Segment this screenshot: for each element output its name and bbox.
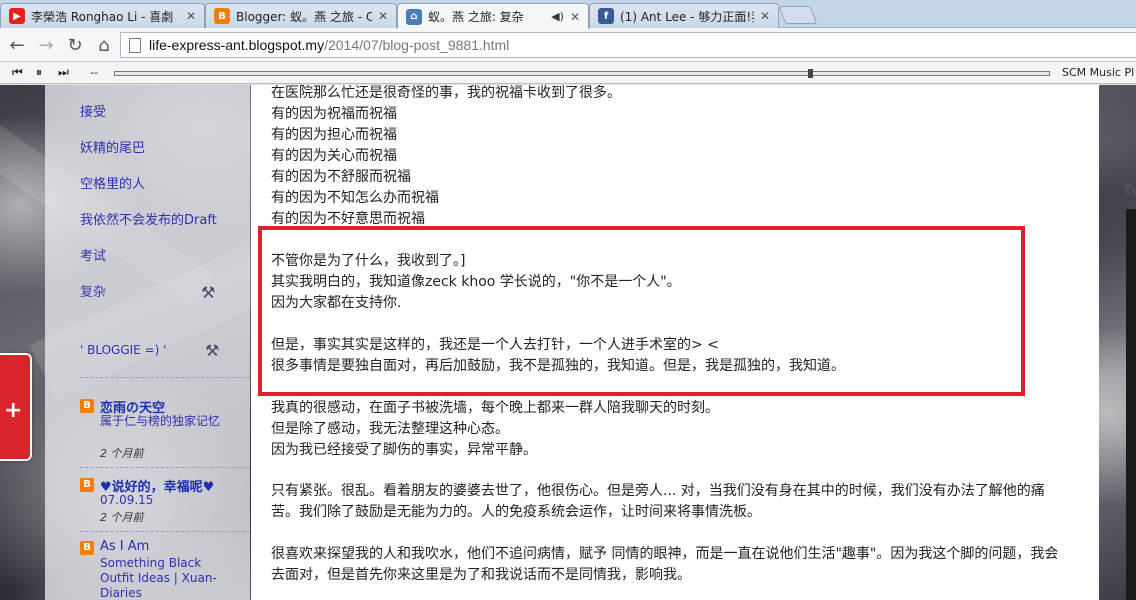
sidebar-link[interactable]: 空格里的人 (80, 173, 145, 192)
post-paragraph: 只有紧张。很乱。看着朋友的婆婆去世了，他很伤心。但是旁人... 对，当我们没有身… (271, 483, 1045, 520)
facebook-icon: f (598, 8, 614, 24)
music-player-bar: ⏮ ⏸ ⏭ -- SCM Music Pl (0, 62, 1136, 84)
post-line: 有的因为关心而祝福 (271, 148, 397, 164)
post-line: 但是除了感动，我无法整理这种心态。 (271, 421, 509, 437)
close-icon[interactable]: ✕ (186, 9, 196, 23)
gadget-title: ' BLOGGIE =) ' (80, 343, 167, 357)
right-gadget-label: Tw (1123, 183, 1136, 199)
pause-icon[interactable]: ⏸ (36, 65, 42, 80)
reload-icon[interactable]: ↻ (63, 33, 87, 57)
site-icon: ⌂ (406, 8, 422, 25)
post-line: 在医院那么忙还是很奇怪的事，我的祝福卡收到了很多。 (271, 85, 621, 101)
page-icon (129, 37, 141, 53)
highlight-annotation-box (258, 226, 1025, 396)
sidebar-link[interactable]: 复杂 (80, 281, 106, 300)
dark-widget-edge (1126, 209, 1136, 600)
close-icon[interactable]: ✕ (760, 9, 770, 23)
tab-title: Blogger: 蚁。燕 之旅 - Cre (236, 9, 372, 24)
tab-title: (1) Ant Lee - 够力正面!我 (620, 9, 754, 24)
url-path: /2014/07/blog-post_9881.html (324, 37, 510, 53)
address-bar[interactable]: life-express-ant.blogspot.my/2014/07/blo… (120, 32, 1136, 58)
speaker-icon[interactable]: ◀) (551, 10, 564, 23)
tab-strip: ▶ 李榮浩 Ronghao Li - 喜劇 ✕ B Blogger: 蚁。燕 之… (0, 0, 1136, 29)
blog-name[interactable]: As I Am (100, 539, 149, 554)
time-display: -- (90, 66, 98, 79)
sidebar-link[interactable]: 妖精的尾巴 (80, 137, 145, 156)
close-icon[interactable]: ✕ (570, 10, 580, 24)
back-arrow-icon[interactable]: ← (5, 33, 29, 57)
post-line: 有的因为祝福而祝福 (271, 106, 397, 122)
blogger-icon: B (80, 478, 94, 492)
share-plus-button[interactable]: + (0, 353, 32, 461)
sidebar-link[interactable]: 我依然不会发布的Draft (80, 209, 217, 228)
youtube-icon: ▶ (9, 8, 25, 24)
blogger-icon: B (80, 399, 94, 413)
post-line: 有的因为不知怎么办而祝福 (271, 190, 439, 206)
tab-youtube[interactable]: ▶ 李榮浩 Ronghao Li - 喜劇 ✕ (0, 3, 205, 28)
post-paragraph: 我真的很感动，在面子书被洗墙，每个晚上都来一群人陪我聊天的时刻。 但是除了感动，… (271, 398, 1061, 461)
player-label: SCM Music Pl (1062, 66, 1135, 79)
wrench-icon[interactable]: ⚒ (205, 341, 219, 360)
post-paragraph: 在医院那么忙还是很奇怪的事，我的祝福卡收到了很多。 有的因为祝福而祝福 有的因为… (271, 85, 1061, 230)
post-age: 2 个月前 (100, 447, 144, 460)
home-icon[interactable]: ⌂ (92, 33, 116, 57)
tab-blogger[interactable]: B Blogger: 蚁。燕 之旅 - Cre ✕ (205, 3, 397, 28)
blogger-icon: B (214, 8, 230, 24)
post-paragraph: 很喜欢来探望我的人和我吹水，他们不追问病情，赋予 同情的眼神，而是一直在说他们生… (271, 546, 1059, 583)
post-age: 2 个月前 (100, 511, 144, 524)
blog-post-link[interactable]: 07.09.15 (100, 493, 230, 508)
post-line: 因为我已经接受了脚伤的事实，异常平静。 (271, 442, 537, 458)
post-line: 有的因为担心而祝福 (271, 127, 397, 143)
page-viewport: 接受 妖精的尾巴 空格里的人 我依然不会发布的Draft 考试 复杂 ⚒ ' B… (0, 85, 1136, 600)
new-tab-button[interactable] (778, 6, 818, 24)
post-line: 有的因为不舒服而祝福 (271, 169, 411, 185)
forward-arrow-icon[interactable]: → (34, 33, 58, 57)
divider (80, 531, 270, 532)
tab-current-post[interactable]: ⌂ 蚁。燕 之旅: 复杂 ◀) ✕ (397, 3, 589, 29)
blog-post-link[interactable]: 属于仁与榜的独家记忆 (100, 414, 230, 429)
right-gadget-strip: Tw (1099, 85, 1136, 600)
blogger-icon: B (80, 541, 94, 555)
plus-icon: + (4, 398, 23, 423)
wrench-icon[interactable]: ⚒ (201, 283, 215, 302)
previous-track-icon[interactable]: ⏮ (12, 65, 23, 80)
seek-bar[interactable] (114, 71, 1050, 76)
seek-handle[interactable] (808, 69, 813, 78)
divider (80, 467, 270, 468)
url-host: life-express-ant.blogspot.my (149, 37, 325, 53)
post-line: 我真的很感动，在面子书被洗墙，每个晚上都来一群人陪我聊天的时刻。 (271, 400, 719, 416)
close-icon[interactable]: ✕ (378, 9, 388, 23)
browser-toolbar: ← → ↻ ⌂ life-express-ant.blogspot.my/201… (0, 28, 1136, 62)
divider (80, 377, 270, 378)
tab-title: 蚁。燕 之旅: 复杂 (428, 10, 524, 24)
blog-post-link[interactable]: Something Black Outfit Ideas | Xuan-Diar… (100, 556, 230, 600)
tab-title: 李榮浩 Ronghao Li - 喜劇 (31, 9, 174, 24)
sidebar-link[interactable]: 接受 (80, 101, 106, 120)
tab-facebook[interactable]: f (1) Ant Lee - 够力正面!我 ✕ (589, 3, 779, 28)
sidebar-link[interactable]: 考试 (80, 245, 106, 264)
next-track-icon[interactable]: ⏭ (58, 65, 69, 80)
sidebar: 接受 妖精的尾巴 空格里的人 我依然不会发布的Draft 考试 复杂 ⚒ ' B… (45, 85, 270, 600)
